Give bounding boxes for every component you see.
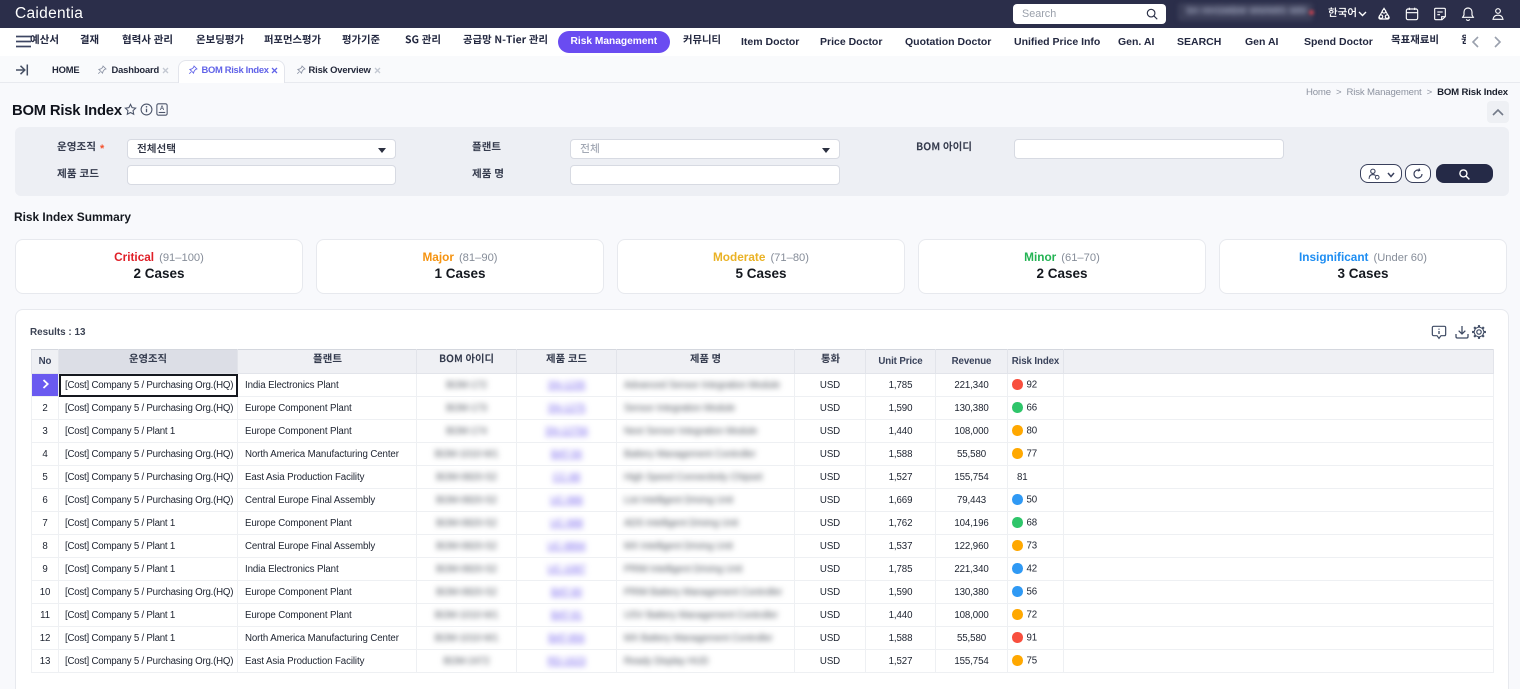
- svg-text:A: A: [160, 106, 165, 112]
